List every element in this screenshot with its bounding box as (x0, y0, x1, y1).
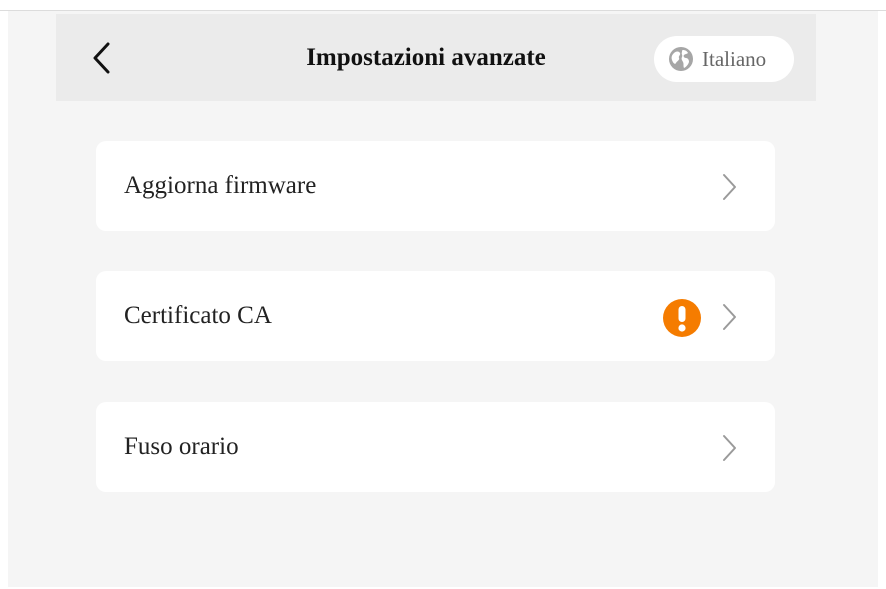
list-item-label: Fuso orario (124, 433, 239, 460)
language-selector[interactable]: Italiano (654, 36, 794, 82)
chevron-right-icon (723, 435, 736, 461)
chevron-right-icon (723, 304, 736, 330)
list-item-aggiorna-firmware[interactable]: Aggiorna firmware (96, 141, 775, 231)
chevron-right-icon (723, 174, 736, 200)
chevron-left-icon (93, 42, 110, 74)
list-item-certificato-ca[interactable]: Certificato CA (96, 271, 775, 361)
globe-icon (669, 47, 693, 71)
warning-icon (663, 299, 701, 337)
back-button[interactable] (86, 38, 122, 78)
list-item-label: Aggiorna firmware (124, 172, 317, 199)
language-label: Italiano (702, 46, 767, 71)
screen: Impostazioni avanzate Italiano Aggiorna … (0, 0, 886, 589)
list-item-label: Certificato CA (124, 302, 272, 329)
page-title: Impostazioni avanzate (306, 44, 546, 71)
advanced-settings-page: Impostazioni avanzate Italiano Aggiorna … (8, 11, 878, 587)
list-item-fuso-orario[interactable]: Fuso orario (96, 402, 775, 492)
header-bar: Impostazioni avanzate Italiano (56, 14, 816, 101)
